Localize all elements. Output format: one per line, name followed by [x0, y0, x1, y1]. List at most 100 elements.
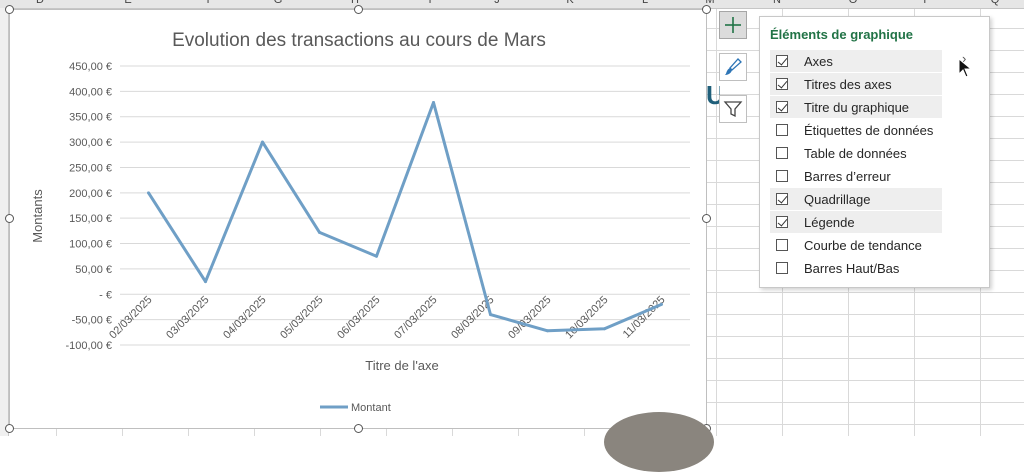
resize-handle[interactable]	[702, 5, 711, 14]
checkbox-trendline[interactable]	[776, 239, 788, 251]
column-header[interactable]: G	[268, 0, 288, 6]
chart-filters-button[interactable]	[719, 95, 747, 123]
panel-item-chart-title[interactable]: Titre du graphique	[770, 96, 942, 118]
y-tick-label: 100,00 €	[69, 239, 112, 251]
checkbox-updown-bars[interactable]	[776, 262, 788, 274]
resize-handle[interactable]	[5, 424, 14, 433]
x-tick-label: 07/03/2025	[392, 294, 439, 341]
x-tick-label: 10/03/2025	[563, 294, 610, 341]
y-tick-label: 50,00 €	[75, 264, 112, 276]
panel-item-error-bars[interactable]: Barres d’erreur	[770, 165, 942, 187]
panel-item-axes[interactable]: Axes	[770, 50, 942, 72]
data-point	[660, 302, 663, 306]
panel-item-label: Table de données	[804, 145, 907, 161]
y-tick-label: 300,00 €	[69, 137, 112, 149]
column-header[interactable]: L	[635, 0, 655, 6]
checkbox-chart-title[interactable]	[776, 101, 788, 113]
x-tick-label: 05/03/2025	[278, 294, 325, 341]
data-point	[432, 101, 435, 105]
chart-area[interactable]: Evolution des transactions au cours de M…	[9, 9, 707, 429]
panel-item-label: Barres Haut/Bas	[804, 260, 900, 276]
data-point	[546, 329, 549, 333]
panel-item-gridlines[interactable]: Quadrillage	[770, 188, 942, 210]
panel-item-legend[interactable]: Légende	[770, 211, 942, 233]
column-header[interactable]: F	[200, 0, 220, 6]
x-tick-label: 09/03/2025	[506, 294, 553, 341]
y-tick-label: -50,00 €	[72, 315, 112, 327]
data-point	[375, 254, 378, 258]
checkbox-legend[interactable]	[776, 216, 788, 228]
check-icon	[777, 193, 788, 204]
y-tick-label: 250,00 €	[69, 162, 112, 174]
data-point	[261, 140, 264, 144]
y-tick-label: 200,00 €	[69, 188, 112, 200]
y-tick-label: 400,00 €	[69, 86, 112, 98]
column-header[interactable]: O	[843, 0, 863, 6]
resize-handle[interactable]	[5, 214, 14, 223]
panel-item-data-table[interactable]: Table de données	[770, 142, 942, 164]
column-header[interactable]: P	[917, 0, 937, 6]
column-header[interactable]: Q	[985, 0, 1005, 6]
checkbox-data-labels[interactable]	[776, 124, 788, 136]
panel-item-label: Barres d’erreur	[804, 168, 891, 184]
plus-icon	[725, 17, 741, 33]
panel-item-trendline[interactable]: Courbe de tendance	[770, 234, 942, 256]
background-cell-text: US	[706, 80, 720, 110]
series-line[interactable]	[147, 101, 663, 333]
resize-handle[interactable]	[5, 5, 14, 14]
column-header[interactable]: I	[420, 0, 440, 6]
panel-item-axis-titles[interactable]: Titres des axes	[770, 73, 942, 95]
y-tick-label: - €	[99, 289, 112, 301]
checkbox-axes[interactable]	[776, 55, 788, 67]
column-header[interactable]: D	[30, 0, 50, 6]
chart-elements-panel: Éléments de graphique Axes › Titres des …	[759, 16, 990, 288]
funnel-icon	[723, 101, 743, 118]
resize-handle[interactable]	[702, 214, 711, 223]
column-header[interactable]: E	[118, 0, 138, 6]
column-header[interactable]: J	[487, 0, 507, 6]
x-tick-label: 03/03/2025	[164, 294, 211, 341]
line-chart[interactable]: 450,00 € 400,00 € 350,00 € 300,00 € 250,00 €…	[10, 10, 708, 430]
mouse-cursor-icon	[958, 58, 972, 78]
resize-handle[interactable]	[354, 5, 363, 14]
checkbox-axis-titles[interactable]	[776, 78, 788, 90]
y-axis-title: Montants	[30, 189, 45, 243]
legend-label: Montant	[351, 402, 391, 414]
panel-item-label: Quadrillage	[804, 191, 871, 207]
data-point	[603, 327, 606, 331]
panel-item-label: Légende	[804, 214, 855, 230]
chart-elements-button[interactable]	[719, 11, 747, 39]
checkbox-gridlines[interactable]	[776, 193, 788, 205]
y-tick-label: 150,00 €	[69, 213, 112, 225]
panel-item-label: Courbe de tendance	[804, 237, 922, 253]
check-icon	[777, 78, 788, 89]
x-axis-title: Titre de l'axe	[365, 358, 439, 373]
chart-styles-button[interactable]	[719, 53, 747, 81]
x-tick-label: 02/03/2025	[107, 294, 154, 341]
panel-item-label: Titres des axes	[804, 76, 892, 92]
checkbox-data-table[interactable]	[776, 147, 788, 159]
column-header[interactable]: N	[767, 0, 787, 6]
check-icon	[777, 55, 788, 66]
y-tick-label: -100,00 €	[66, 340, 112, 352]
y-tick-label: 450,00 €	[69, 61, 112, 73]
panel-item-data-labels[interactable]: Étiquettes de données	[770, 119, 942, 141]
data-point	[147, 191, 150, 195]
panel-item-updown-bars[interactable]: Barres Haut/Bas	[770, 257, 942, 279]
panel-item-label: Étiquettes de données	[804, 122, 934, 138]
panel-item-label: Titre du graphique	[804, 99, 910, 115]
data-point	[204, 280, 207, 284]
data-point	[318, 230, 321, 234]
check-icon	[777, 101, 788, 112]
x-tick-label: 04/03/2025	[221, 294, 268, 341]
resize-handle[interactable]	[354, 424, 363, 433]
column-headers: D E F G H I J K L M N O P Q	[0, 0, 1024, 9]
panel-item-label: Axes	[804, 53, 833, 69]
webcam-overlay	[604, 412, 714, 472]
panel-title: Éléments de graphique	[770, 27, 914, 42]
y-tick-label: 350,00 €	[69, 112, 112, 124]
checkbox-error-bars[interactable]	[776, 170, 788, 182]
check-icon	[777, 216, 788, 227]
x-tick-label: 08/03/2025	[449, 294, 496, 341]
column-header[interactable]: K	[560, 0, 580, 6]
